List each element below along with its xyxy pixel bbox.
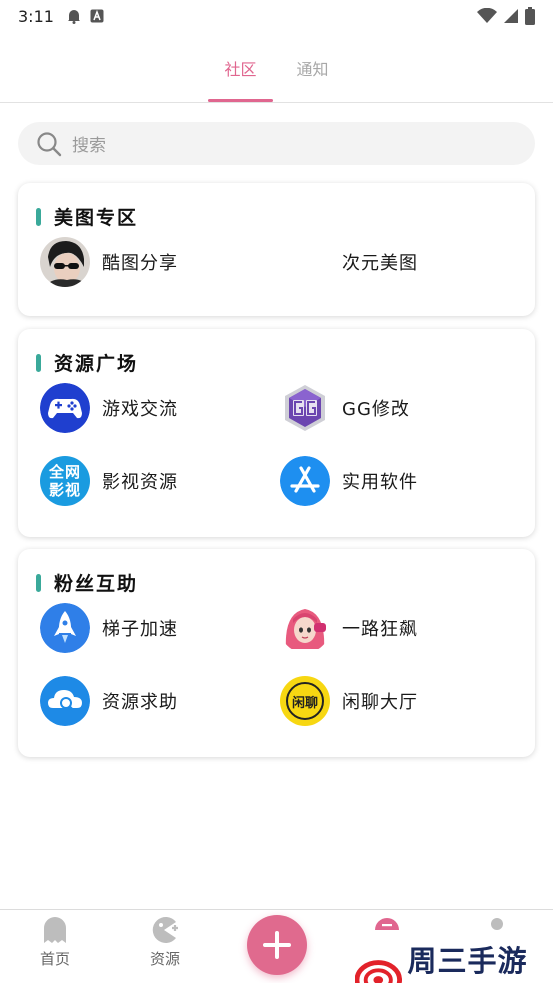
section-card-meitu: 美图专区 酷图分享 次元美图 [18,183,535,316]
item-label: 一路狂飙 [342,619,418,640]
avatar-photo-icon [40,237,90,287]
rocket-icon [40,603,90,653]
quanwang-yingshi-icon: 全网 影视 [40,456,90,506]
section-card-fensi: 粉丝互助 梯子加速 一路狂飙 资源求助 闲 聊 闲聊大厅 [18,549,535,757]
item-yingshi-ziyuan[interactable]: 全网 影视 影视资源 [40,456,178,506]
section-title: 资源广场 [54,353,139,375]
keyboard-a-icon [90,9,104,23]
signal-icon [504,9,518,23]
section-title: 粉丝互助 [54,573,139,595]
item-ciyuan-meitu[interactable]: 次元美图 [280,237,418,287]
gamepad-icon [40,383,90,433]
status-bar: 3:11 [0,0,553,32]
anime-girl-avatar-icon [280,603,330,653]
nav-label: 首页 [39,950,70,968]
swirl-logo-icon [355,960,402,983]
tabs-divider [0,102,553,103]
message-icon [375,918,399,930]
item-label: 酷图分享 [102,253,178,274]
section-header: 粉丝互助 [36,569,138,596]
nav-label: 资源 [149,950,180,968]
watermark-logo: 周三手游网 [355,938,553,983]
item-yilu-kuangbiao[interactable]: 一路狂飙 [280,603,418,653]
item-gg-xiugai[interactable]: GG修改 [280,383,410,433]
section-title: 美图专区 [54,207,139,229]
section-header: 美图专区 [36,203,138,230]
add-post-button[interactable] [247,915,307,975]
icon-text-char: 闲 [291,695,305,711]
nav-home[interactable]: 首页 [25,916,85,969]
section-card-ziyuan: 资源广场 游戏交流 GG修改 全网 影视 影视资源 实用软件 [18,329,535,537]
section-accent-bar [36,353,41,372]
item-label: 实用软件 [342,472,418,493]
item-kutu-fenxiang[interactable]: 酷图分享 [40,237,178,287]
search-icon [37,131,62,156]
xianliao-badge-icon: 闲 聊 [280,676,330,726]
item-label: 游戏交流 [102,399,178,420]
item-label: GG修改 [342,399,410,420]
icon-text-line: 全网 [48,463,81,481]
tab-community[interactable]: 社区 [208,44,273,102]
icon-inner-ring: 闲 聊 [286,682,324,720]
item-shiyong-ruanjian[interactable]: 实用软件 [280,456,418,506]
pacman-icon [152,917,178,943]
nav-messages[interactable] [357,918,417,930]
icon-text-char: 聊 [305,695,319,711]
cloud-search-icon [40,676,90,726]
item-label: 影视资源 [102,472,178,493]
search-placeholder: 搜索 [72,136,106,156]
watermark-text: 周三手游网 [407,944,528,978]
plus-icon [263,931,291,959]
top-tabs: 社区 通知 [0,44,553,102]
item-youxi-jiaoliu[interactable]: 游戏交流 [40,383,178,433]
section-accent-bar [36,207,41,226]
battery-icon [525,7,535,25]
search-input[interactable]: 搜索 [18,122,535,165]
status-time: 3:11 [18,6,54,26]
nav-profile[interactable] [467,917,527,931]
app-store-icon [280,456,330,506]
item-label: 资源求助 [102,692,178,713]
notification-bell-icon [67,10,80,24]
tab-notifications[interactable]: 通知 [291,44,335,102]
empty-icon-slot [280,237,330,287]
icon-text-line: 影视 [48,481,81,499]
item-ziyuan-qiuzhu[interactable]: 资源求助 [40,676,178,726]
item-xianliao-dating[interactable]: 闲 聊 闲聊大厅 [280,676,418,726]
bottom-nav-divider [0,909,553,910]
item-label: 次元美图 [342,253,418,274]
ghost-icon [44,917,66,943]
item-label: 闲聊大厅 [342,692,418,713]
item-tizi-jiasu[interactable]: 梯子加速 [40,603,178,653]
profile-dot-icon [491,918,503,930]
gg-logo-icon [280,383,330,433]
section-accent-bar [36,573,41,592]
wifi-icon [477,8,497,23]
nav-resources[interactable]: 资源 [135,916,195,969]
section-header: 资源广场 [36,349,138,376]
item-label: 梯子加速 [102,619,178,640]
